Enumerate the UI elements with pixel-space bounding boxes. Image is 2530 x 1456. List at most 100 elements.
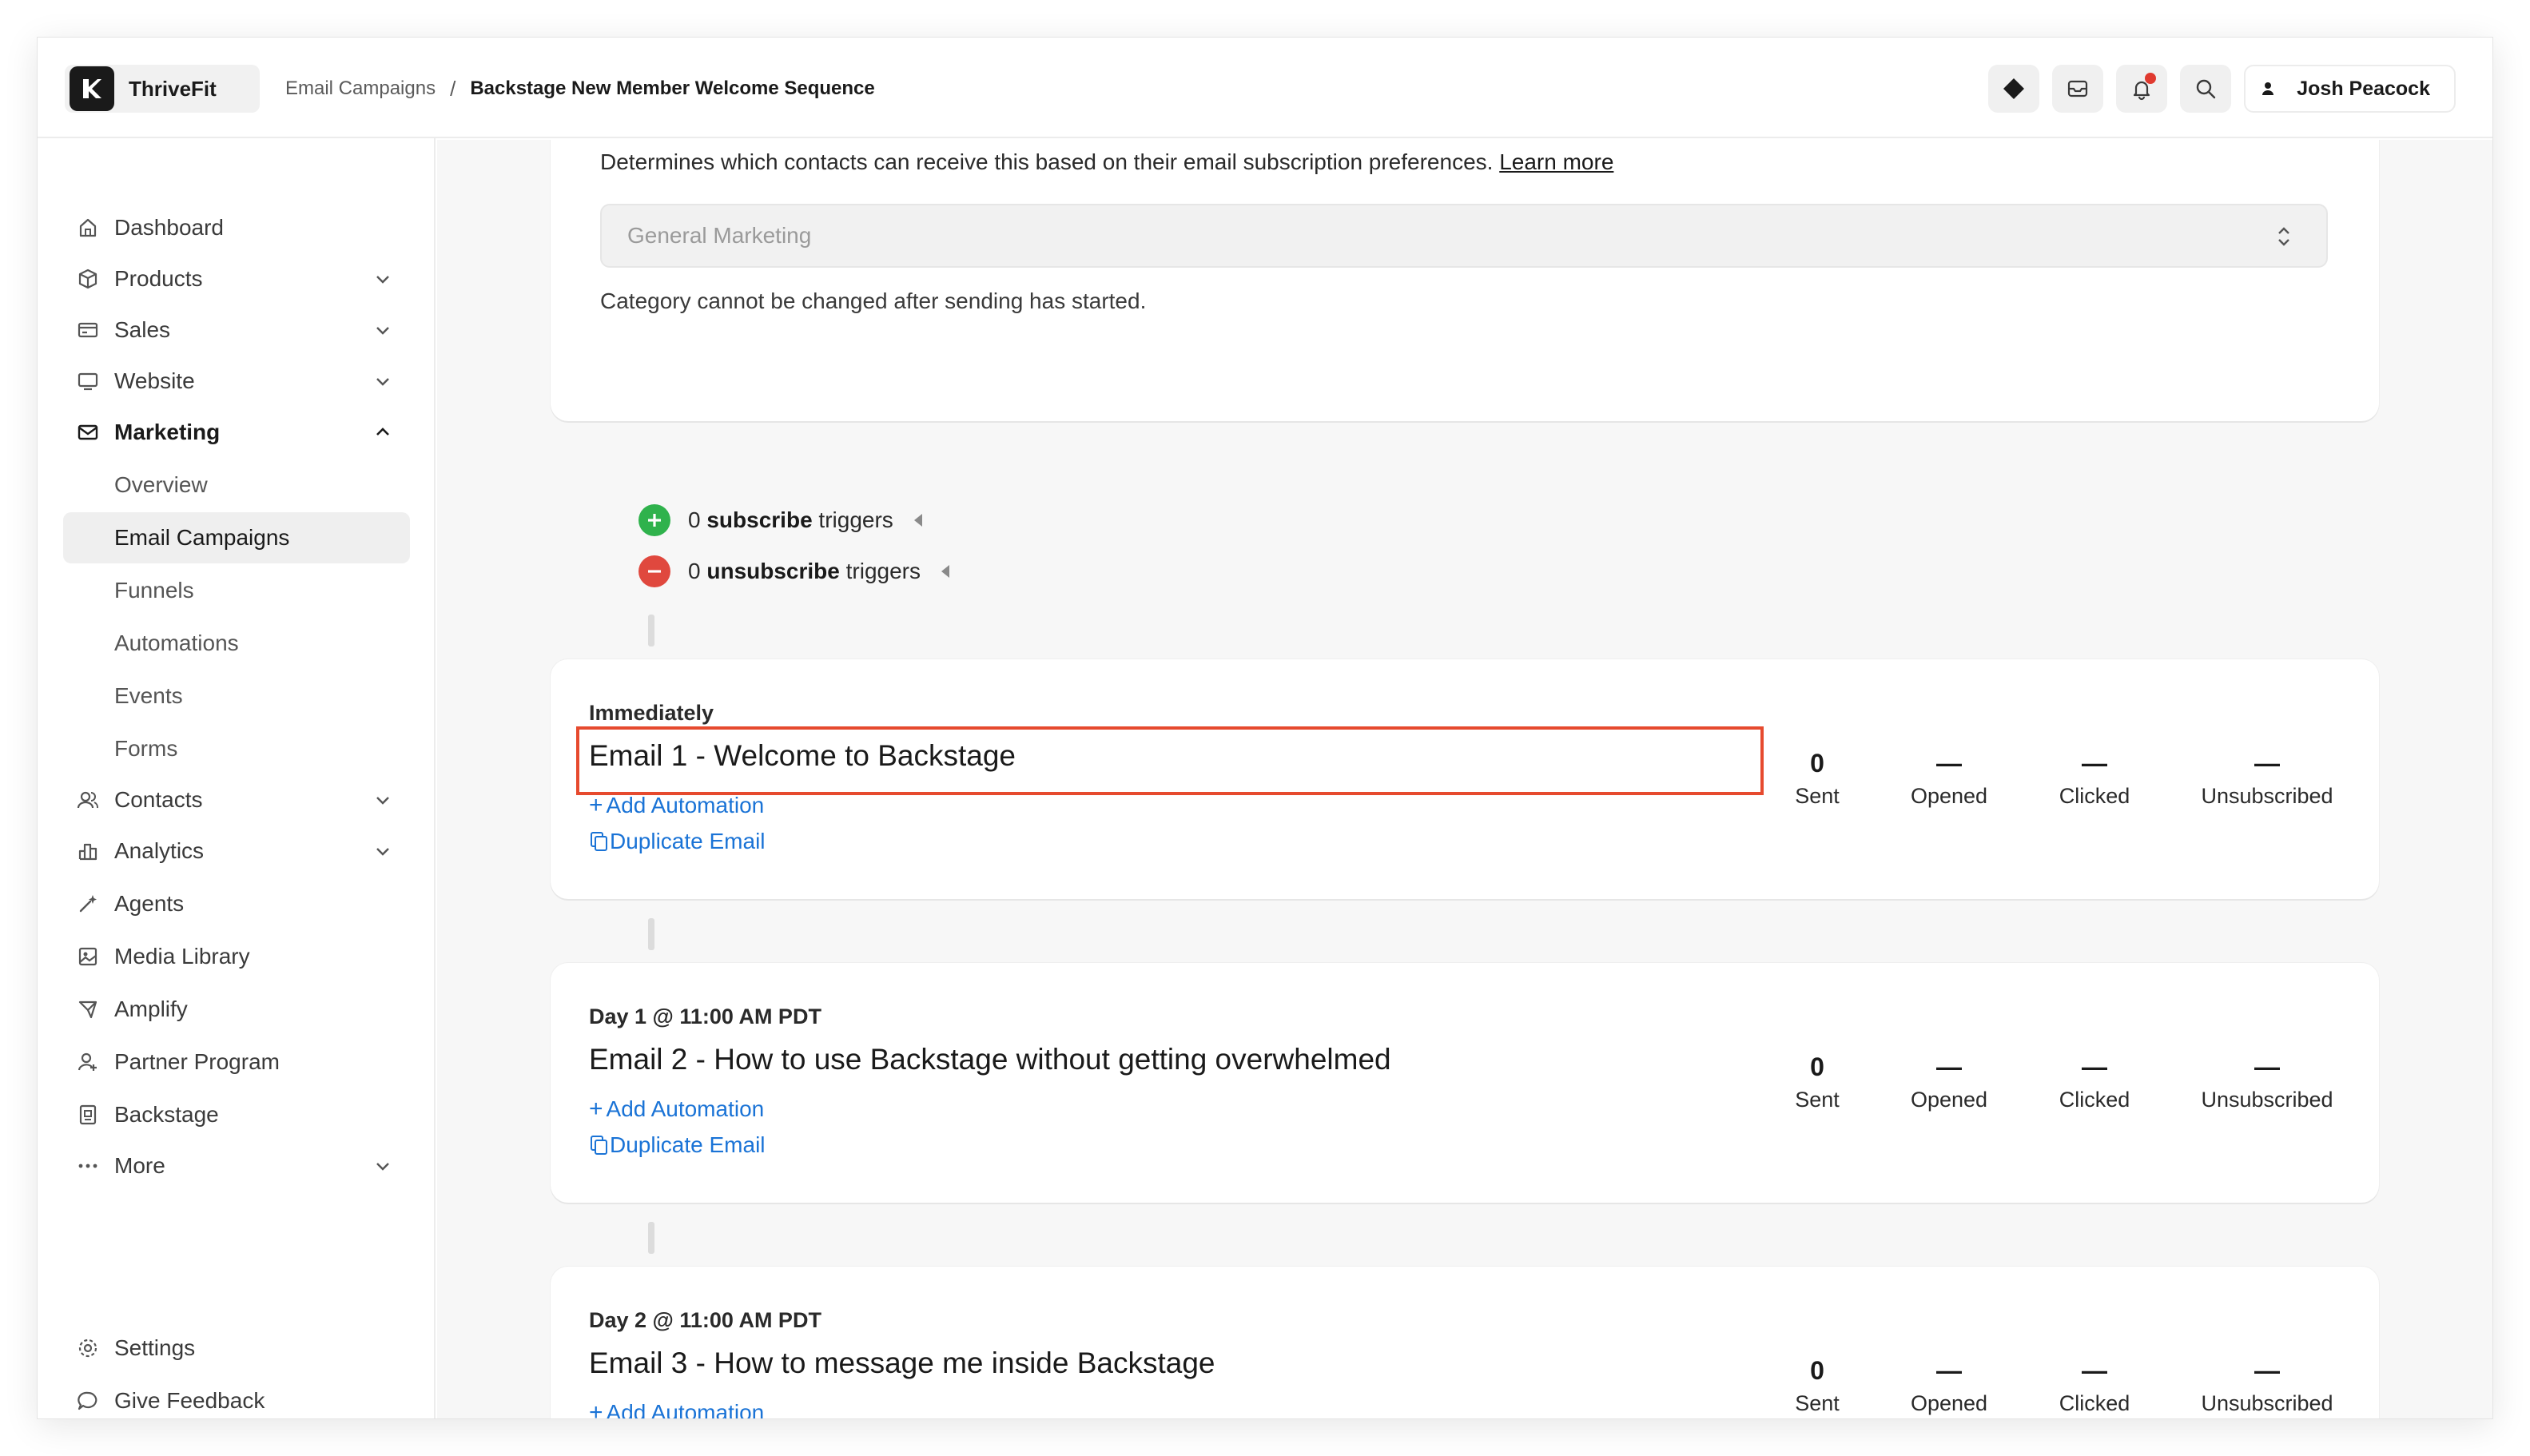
category-note: Category cannot be changed after sending…	[600, 288, 1147, 313]
monitor-icon	[76, 369, 100, 393]
sidebar-subitem-events[interactable]: Events	[63, 670, 410, 722]
notification-dot	[2145, 73, 2157, 84]
email-card[interactable]: Immediately Email 1 - Welcome to Backsta…	[551, 659, 2379, 899]
highlight-annotation	[576, 726, 1764, 795]
breadcrumb-parent-link[interactable]: Email Campaigns	[285, 78, 436, 100]
brand-logo-icon	[70, 66, 114, 111]
stat-label: Clicked	[2059, 784, 2130, 808]
diamond-button[interactable]	[1988, 65, 2040, 113]
category-select[interactable]: General Marketing	[600, 204, 2328, 268]
search-icon	[2197, 79, 2216, 99]
unsubscribe-label: unsubscribe	[706, 559, 840, 583]
plus-icon: +	[589, 1096, 603, 1122]
sidebar-item-settings[interactable]: Settings	[63, 1323, 410, 1374]
stat-label: Sent	[1795, 1088, 1840, 1112]
sidebar-item-dashboard[interactable]: Dashboard	[63, 202, 410, 253]
stat-unsubscribed: — Unsubscribed	[2187, 1355, 2347, 1416]
plus-icon: +	[589, 792, 603, 818]
sidebar-item-more[interactable]: More	[63, 1140, 410, 1191]
duplicate-email-link[interactable]: Duplicate Email	[589, 829, 766, 854]
email-card[interactable]: Day 1 @ 11:00 AM PDT Email 2 - How to us…	[551, 963, 2379, 1203]
sidebar-item-agents[interactable]: Agents	[63, 878, 410, 929]
sidebar-item-website[interactable]: Website	[63, 356, 410, 407]
sidebar-item-contacts[interactable]: Contacts	[63, 774, 410, 825]
sidebar-subitem-automations[interactable]: Automations	[63, 618, 410, 669]
sidebar-item-give-feedback[interactable]: Give Feedback	[63, 1375, 410, 1418]
caret-left-icon	[941, 565, 949, 578]
sidebar-item-products[interactable]: Products	[63, 253, 410, 304]
sidebar-subitem-forms[interactable]: Forms	[63, 723, 410, 774]
category-description-text: Determines which contacts can receive th…	[600, 149, 1494, 174]
sidebar-item-label: Settings	[114, 1335, 196, 1360]
stat-unsubscribed: — Unsubscribed	[2187, 747, 2347, 809]
learn-more-link[interactable]: Learn more	[1499, 149, 1613, 174]
sidebar-item-label: Media Library	[114, 944, 250, 969]
sidebar-item-partner-program[interactable]: Partner Program	[63, 1036, 410, 1088]
stat-value: —	[2082, 1356, 2107, 1385]
user-name: Josh Peacock	[2297, 77, 2430, 100]
gear-icon	[76, 1336, 100, 1360]
stat-clicked: — Clicked	[2039, 1051, 2150, 1112]
duplicate-email-label: Duplicate Email	[610, 1132, 766, 1157]
subscribe-triggers-toggle[interactable]: 0 subscribe triggers	[638, 503, 922, 538]
user-menu-button[interactable]: Josh Peacock	[2244, 65, 2456, 113]
stat-label: Unsubscribed	[2201, 1088, 2333, 1112]
copy-icon	[591, 832, 607, 851]
sidebar-item-label: Backstage	[114, 1102, 219, 1127]
inbox-icon	[2068, 80, 2088, 97]
sidebar-subitem-overview[interactable]: Overview	[63, 459, 410, 511]
sparkle-icon	[76, 892, 100, 916]
chevron-down-icon	[376, 276, 389, 284]
home-icon	[76, 216, 100, 240]
subscription-category-card: Determines which contacts can receive th…	[551, 140, 2379, 421]
sidebar-item-amplify[interactable]: Amplify	[63, 984, 410, 1035]
sidebar-item-label: More	[114, 1153, 165, 1178]
notifications-button[interactable]	[2116, 65, 2168, 113]
top-bar: ThriveFit Email Campaigns / Backstage Ne…	[38, 38, 2492, 138]
email-schedule: Day 1 @ 11:00 AM PDT	[589, 1004, 821, 1028]
duplicate-email-label: Duplicate Email	[610, 829, 766, 853]
stat-opened: — Opened	[1893, 747, 2005, 809]
stat-unsubscribed: — Unsubscribed	[2187, 1051, 2347, 1112]
sidebar-subitem-funnels[interactable]: Funnels	[63, 565, 410, 616]
minus-circle-icon	[638, 555, 670, 587]
add-automation-link[interactable]: + Add Automation	[589, 1399, 764, 1418]
stat-value: —	[1936, 1052, 1962, 1081]
sidebar-item-label: Amplify	[114, 997, 188, 1021]
email-title[interactable]: Email 2 - How to use Backstage without g…	[589, 1043, 1391, 1076]
sidebar-item-marketing[interactable]: Marketing	[63, 407, 410, 458]
sidebar-item-media-library[interactable]: Media Library	[63, 931, 410, 982]
stat-label: Unsubscribed	[2201, 784, 2333, 808]
users-icon	[76, 788, 100, 812]
unsubscribe-triggers-toggle[interactable]: 0 unsubscribe triggers	[638, 554, 949, 589]
workspace-switcher[interactable]: ThriveFit	[65, 65, 260, 113]
stat-value: 0	[1810, 749, 1824, 778]
email-title[interactable]: Email 3 - How to message me inside Backs…	[589, 1347, 1215, 1380]
add-automation-link[interactable]: + Add Automation	[589, 792, 764, 819]
inbox-button[interactable]	[2052, 65, 2104, 113]
unsubscribe-count: 0	[688, 559, 701, 583]
app-window: ThriveFit Email Campaigns / Backstage Ne…	[37, 37, 2493, 1419]
sidebar-subitem-email-campaigns[interactable]: Email Campaigns	[63, 512, 410, 563]
partner-icon	[76, 1050, 100, 1074]
stat-value: —	[2254, 749, 2280, 778]
breadcrumb-current: Backstage New Member Welcome Sequence	[470, 78, 875, 99]
sidebar-item-sales[interactable]: Sales	[63, 304, 410, 356]
stat-sent: 0 Sent	[1773, 1355, 1861, 1416]
stat-clicked: — Clicked	[2039, 747, 2150, 809]
mail-icon	[76, 420, 100, 444]
chevron-down-icon	[376, 797, 389, 805]
sequence-connector	[648, 1222, 654, 1254]
sequence-connector	[648, 615, 654, 646]
sidebar-item-backstage[interactable]: Backstage	[63, 1089, 410, 1140]
dots-icon	[76, 1154, 100, 1178]
duplicate-email-link[interactable]: Duplicate Email	[589, 1132, 766, 1158]
search-button[interactable]	[2180, 65, 2232, 113]
sequence-connector	[648, 918, 654, 950]
add-automation-label: Add Automation	[606, 1096, 765, 1121]
add-automation-link[interactable]: + Add Automation	[589, 1096, 764, 1123]
sidebar-item-analytics[interactable]: Analytics	[63, 825, 410, 877]
plus-circle-icon	[638, 504, 670, 536]
email-card[interactable]: Day 2 @ 11:00 AM PDT Email 3 - How to me…	[551, 1267, 2379, 1418]
stat-opened: — Opened	[1893, 1355, 2005, 1416]
